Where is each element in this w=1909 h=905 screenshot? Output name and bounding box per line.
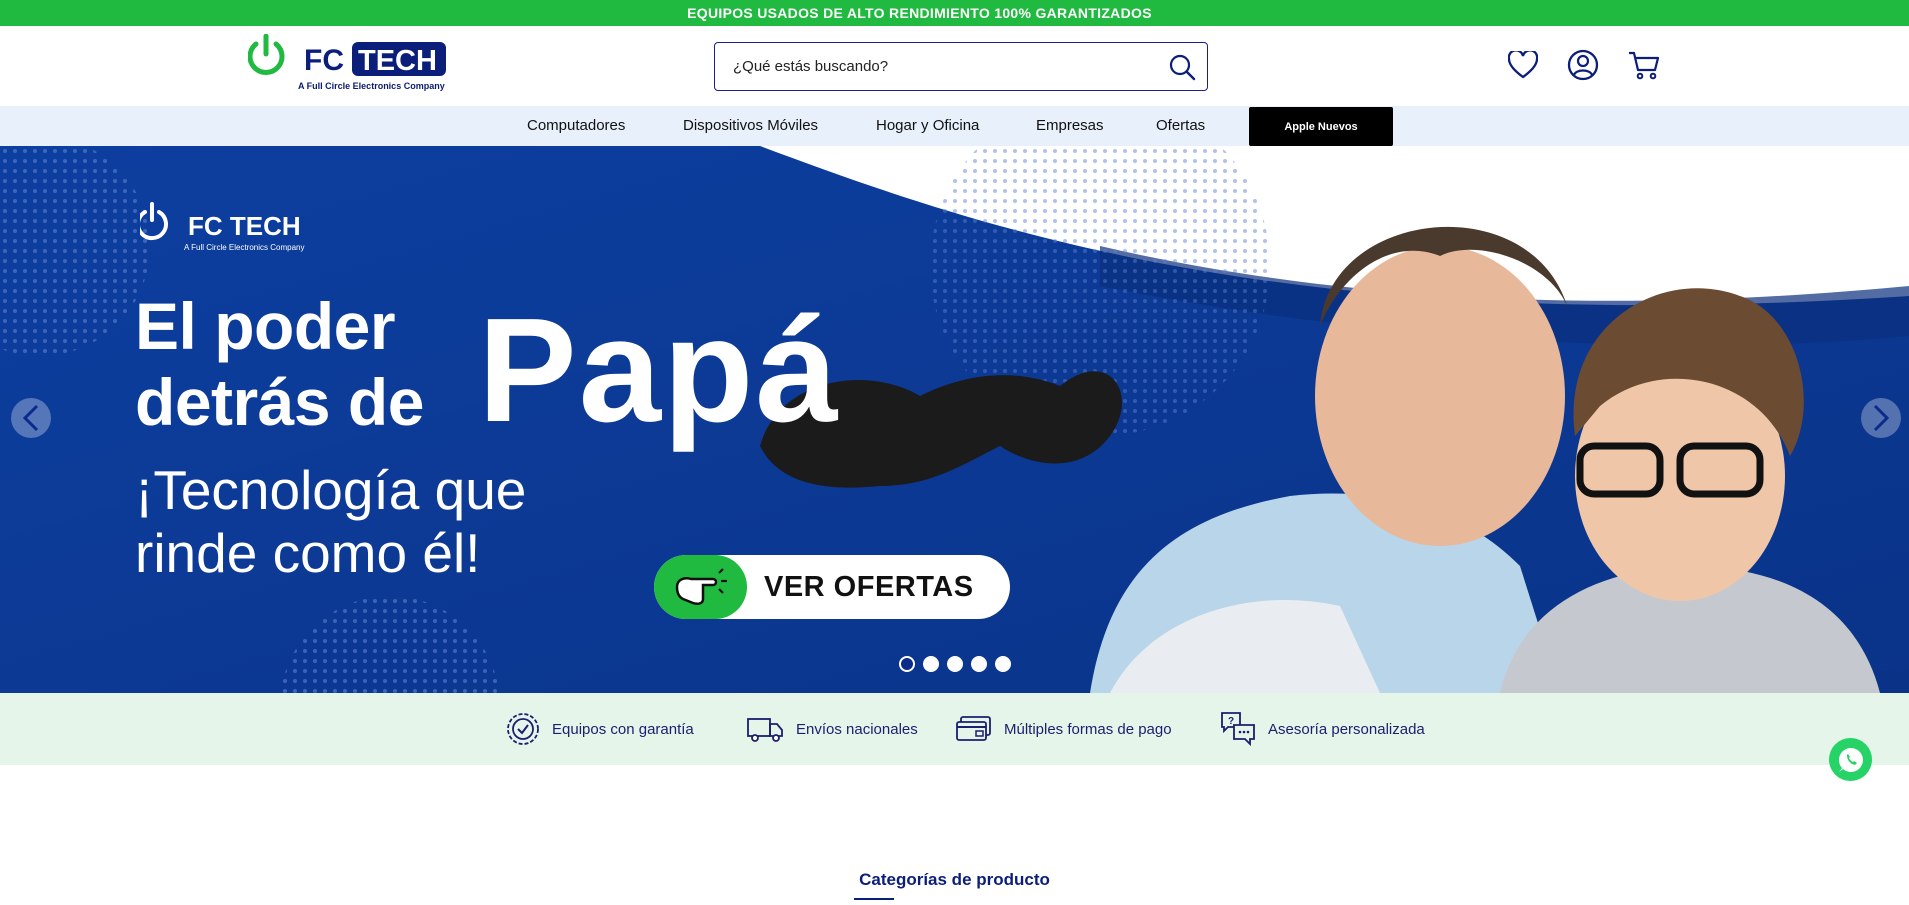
- promo-bar: EQUIPOS USADOS DE ALTO RENDIMIENTO 100% …: [0, 0, 1909, 26]
- svg-text:FC: FC: [304, 44, 344, 77]
- feature-label: Equipos con garantía: [552, 720, 694, 738]
- hero-brand-logo: FC TECH A Full Circle Electronics Compan…: [136, 202, 320, 257]
- hero-headline: El poder detrás de: [135, 288, 424, 440]
- svg-text:FC TECH: FC TECH: [188, 211, 301, 241]
- hero-line-1: El poder: [135, 289, 396, 363]
- hero-tag-1: ¡Tecnología que: [135, 459, 527, 521]
- main-nav: Computadores Dispositivos Móviles Hogar …: [0, 106, 1909, 146]
- nav-item-hogar-oficina[interactable]: Hogar y Oficina: [876, 106, 979, 146]
- apple-nuevos-button[interactable]: Apple Nuevos: [1249, 107, 1393, 146]
- badge-check-icon: [507, 713, 539, 745]
- section-title-underline: [854, 898, 894, 900]
- nav-item-computadores[interactable]: Computadores: [527, 106, 625, 146]
- svg-text:A Full Circle Electronics Comp: A Full Circle Electronics Company: [184, 243, 304, 252]
- features-strip: Equipos con garantía Envíos nacionales M…: [0, 693, 1909, 765]
- feature-label: Envíos nacionales: [796, 720, 918, 738]
- carousel-dot-3[interactable]: [947, 656, 963, 672]
- hero-big-word: Papá: [478, 288, 840, 453]
- whatsapp-icon: [1838, 747, 1863, 772]
- feature-advice: ? Asesoría personalizada: [1220, 711, 1425, 747]
- carousel-next-button[interactable]: [1861, 398, 1901, 438]
- chat-question-icon: ?: [1221, 712, 1255, 747]
- carousel-dot-5[interactable]: [995, 656, 1011, 672]
- feature-warranty: Equipos con garantía: [506, 711, 694, 747]
- heart-icon[interactable]: [1506, 48, 1540, 82]
- nav-item-empresas[interactable]: Empresas: [1036, 106, 1104, 146]
- carousel-dot-4[interactable]: [971, 656, 987, 672]
- fc-tech-logo-icon: FC TECH: [247, 33, 446, 77]
- nav-item-dispositivos-moviles[interactable]: Dispositivos Móviles: [683, 106, 818, 146]
- carousel-prev-button[interactable]: [11, 398, 51, 438]
- carousel-dot-1[interactable]: [899, 656, 915, 672]
- logo-tagline: A Full Circle Electronics Company: [298, 81, 445, 91]
- whatsapp-button[interactable]: [1829, 738, 1872, 781]
- feature-payment: Múltiples formas de pago: [956, 711, 1172, 747]
- feature-label: Asesoría personalizada: [1268, 720, 1425, 738]
- promo-text: EQUIPOS USADOS DE ALTO RENDIMIENTO 100% …: [687, 5, 1152, 21]
- credit-card-icon: [956, 716, 991, 741]
- ver-ofertas-label: VER OFERTAS: [764, 571, 974, 603]
- user-icon[interactable]: [1566, 48, 1600, 82]
- svg-text:TECH: TECH: [358, 45, 437, 77]
- nav-item-ofertas[interactable]: Ofertas: [1156, 106, 1205, 146]
- carousel-dots: [899, 656, 1011, 672]
- site-header: FC TECH A Full Circle Electronics Compan…: [0, 26, 1909, 106]
- search-icon[interactable]: [1157, 43, 1207, 90]
- hero-tagline: ¡Tecnología que rinde como él!: [135, 459, 526, 585]
- feature-shipping: Envíos nacionales: [746, 711, 918, 747]
- hero-line-2: detrás de: [135, 365, 424, 439]
- ver-ofertas-button[interactable]: VER OFERTAS: [654, 555, 1010, 619]
- search-box[interactable]: [714, 42, 1208, 91]
- feature-label: Múltiples formas de pago: [1004, 720, 1172, 738]
- cart-icon[interactable]: [1627, 48, 1661, 82]
- pointing-hand-icon: [654, 555, 747, 619]
- hero-tag-2: rinde como él!: [135, 522, 481, 584]
- carousel-dot-2[interactable]: [923, 656, 939, 672]
- site-logo[interactable]: FC TECH A Full Circle Electronics Compan…: [247, 33, 448, 94]
- search-input[interactable]: [715, 43, 1157, 90]
- truck-icon: [747, 718, 783, 742]
- section-title: Categorías de producto: [859, 870, 1050, 889]
- hero-banner[interactable]: FC TECH A Full Circle Electronics Compan…: [0, 146, 1909, 693]
